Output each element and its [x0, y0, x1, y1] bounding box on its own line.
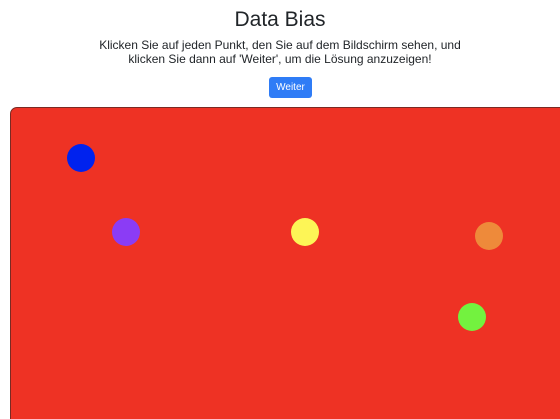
dot-blue[interactable]: [67, 144, 95, 172]
page: Data Bias Klicken Sie auf jeden Punkt, d…: [0, 0, 560, 419]
page-title: Data Bias: [234, 8, 326, 31]
dot-yellow[interactable]: [291, 218, 319, 246]
dot-green[interactable]: [458, 303, 486, 331]
next-button[interactable]: Weiter: [269, 77, 312, 98]
instructions-text: Klicken Sie auf jeden Punkt, den Sie auf…: [99, 38, 461, 66]
dot-purple[interactable]: [112, 218, 140, 246]
dot-orange[interactable]: [475, 222, 503, 250]
dot-canvas[interactable]: [10, 107, 560, 419]
